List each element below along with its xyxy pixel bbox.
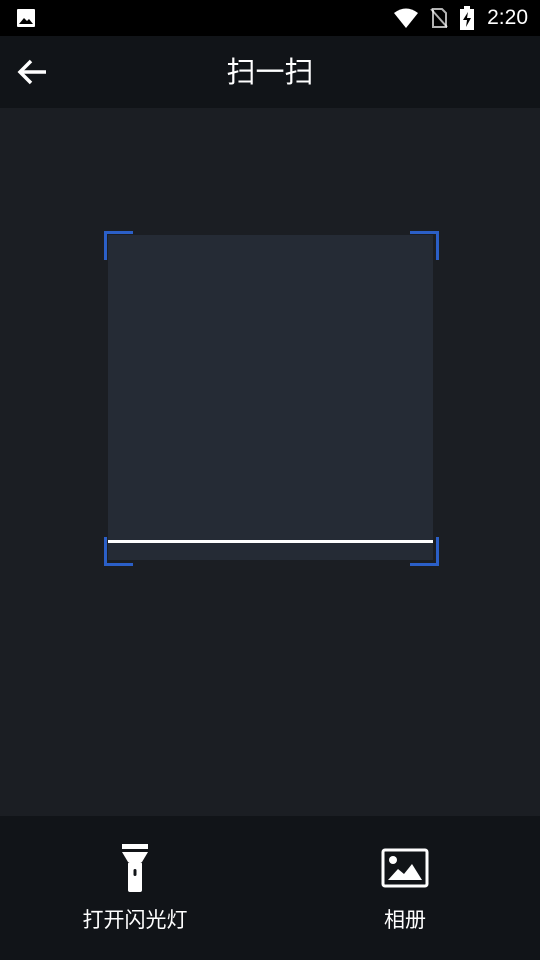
page-title: 扫一扫 [226, 55, 314, 89]
status-icons: 2:20 [393, 0, 528, 36]
scan-corner-top-left [104, 231, 133, 260]
status-time: 2:20 [487, 6, 528, 29]
album-label: 相册 [384, 908, 426, 932]
app-bar: 扫一扫 [0, 36, 540, 108]
bottom-toolbar: 打开闪光灯 相册 [0, 816, 540, 960]
image-gallery-icon [381, 848, 429, 888]
wifi-icon [394, 8, 419, 28]
no-sim-icon [430, 8, 448, 28]
flashlight-label: 打开闪光灯 [82, 908, 188, 932]
scan-corner-top-right [410, 231, 439, 260]
flashlight-icon [122, 844, 148, 892]
image-notification-icon [17, 9, 35, 27]
flashlight-button[interactable]: 打开闪光灯 [0, 816, 270, 960]
album-button[interactable]: 相册 [270, 816, 540, 960]
scan-line [108, 540, 433, 543]
battery-charging-icon [460, 6, 475, 30]
scan-frame [108, 235, 433, 560]
arrow-left-icon [17, 59, 46, 85]
status-bar: 2:20 [0, 0, 540, 36]
back-button[interactable] [12, 52, 52, 92]
